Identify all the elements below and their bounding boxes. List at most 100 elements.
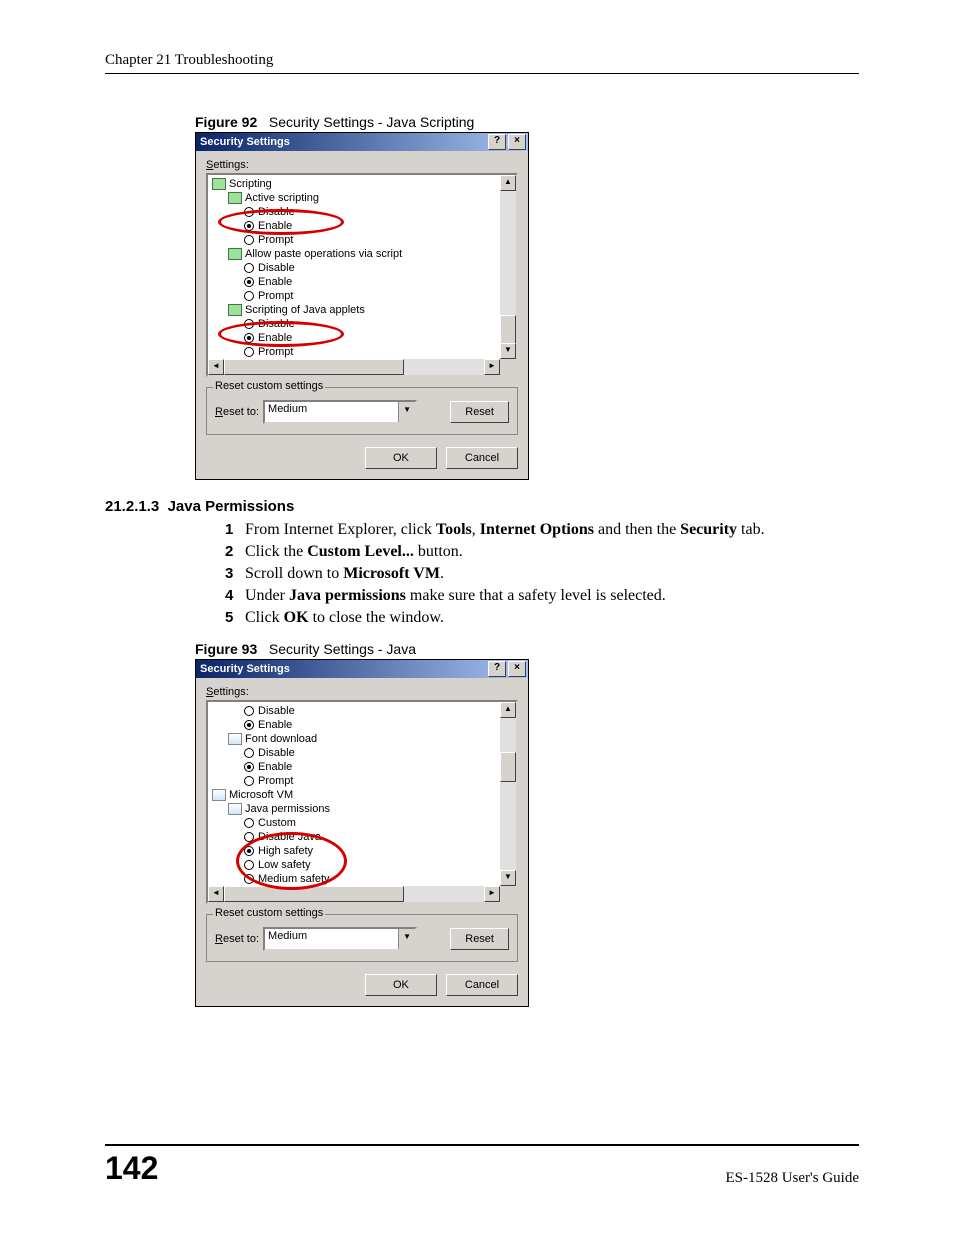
security-settings-dialog-92: Security Settings ? × Settings: Scriptin… xyxy=(195,132,529,480)
scroll-right-icon[interactable]: ► xyxy=(484,359,500,375)
vertical-scrollbar[interactable]: ▲ ▼ xyxy=(500,702,516,886)
scroll-left-icon[interactable]: ◄ xyxy=(208,359,224,375)
close-icon[interactable]: × xyxy=(508,134,526,150)
radio-icon[interactable] xyxy=(244,263,254,273)
radio-icon[interactable] xyxy=(244,874,254,884)
radio-icon[interactable] xyxy=(244,776,254,786)
step-number: 3 xyxy=(225,565,245,582)
page-footer: 142 ES-1528 User's Guide xyxy=(105,1144,859,1187)
radio-option[interactable]: Low safety xyxy=(212,858,330,872)
radio-option[interactable]: Disable xyxy=(212,746,330,760)
combo-value: Medium xyxy=(265,402,398,422)
cancel-button[interactable]: Cancel xyxy=(446,974,518,996)
radio-icon[interactable] xyxy=(244,319,254,329)
radio-option[interactable]: Enable xyxy=(212,219,402,233)
radio-option[interactable]: Disable xyxy=(212,317,402,331)
radio-icon[interactable] xyxy=(244,347,254,357)
reset-button[interactable]: Reset xyxy=(450,401,509,423)
scroll-left-icon[interactable]: ◄ xyxy=(208,886,224,902)
settings-tree[interactable]: DisableEnableFont downloadDisableEnableP… xyxy=(206,700,518,904)
step-number: 4 xyxy=(225,587,245,604)
option-label: Java permissions xyxy=(245,802,330,816)
chevron-down-icon[interactable]: ▼ xyxy=(398,402,415,422)
option-label: Disable Java xyxy=(258,830,321,844)
hscroll-thumb[interactable] xyxy=(224,359,404,375)
horizontal-scrollbar[interactable]: ◄ ► xyxy=(208,359,516,375)
radio-option[interactable]: Disable xyxy=(212,261,402,275)
settings-tree[interactable]: ScriptingActive scriptingDisableEnablePr… xyxy=(206,173,518,377)
category-icon xyxy=(212,789,226,801)
groupbox-title: Reset custom settings xyxy=(213,380,325,392)
radio-icon[interactable] xyxy=(244,832,254,842)
reset-level-combo[interactable]: Medium ▼ xyxy=(263,400,417,424)
option-label: Custom xyxy=(258,816,296,830)
settings-label: Settings: xyxy=(206,159,518,171)
radio-icon[interactable] xyxy=(244,720,254,730)
radio-option[interactable]: Disable Java xyxy=(212,830,330,844)
radio-icon[interactable] xyxy=(244,221,254,231)
titlebar: Security Settings ? × xyxy=(196,660,528,678)
tree-group: Allow paste operations via script xyxy=(212,247,402,261)
reset-level-combo[interactable]: Medium ▼ xyxy=(263,927,417,951)
radio-option[interactable]: Enable xyxy=(212,760,330,774)
option-label: Enable xyxy=(258,331,292,345)
scroll-down-icon[interactable]: ▼ xyxy=(500,343,516,359)
close-icon[interactable]: × xyxy=(508,661,526,677)
help-icon[interactable]: ? xyxy=(488,661,506,677)
hscroll-thumb[interactable] xyxy=(224,886,404,902)
option-label: High safety xyxy=(258,844,313,858)
radio-option[interactable]: Enable xyxy=(212,275,402,289)
radio-option[interactable]: Disable xyxy=(212,205,402,219)
radio-icon[interactable] xyxy=(244,706,254,716)
radio-icon[interactable] xyxy=(244,860,254,870)
ok-button[interactable]: OK xyxy=(365,974,437,996)
radio-option[interactable]: Disable xyxy=(212,704,330,718)
radio-icon[interactable] xyxy=(244,235,254,245)
header-rule xyxy=(105,73,859,74)
radio-icon[interactable] xyxy=(244,748,254,758)
radio-option[interactable]: Prompt xyxy=(212,345,402,359)
chevron-down-icon[interactable]: ▼ xyxy=(398,929,415,949)
section-number: 21.2.1.3 xyxy=(105,498,159,515)
scroll-thumb[interactable] xyxy=(500,752,516,782)
radio-option[interactable]: Prompt xyxy=(212,774,330,788)
horizontal-scrollbar[interactable]: ◄ ► xyxy=(208,886,516,902)
radio-icon[interactable] xyxy=(244,818,254,828)
option-label: Font download xyxy=(245,732,317,746)
scroll-down-icon[interactable]: ▼ xyxy=(500,870,516,886)
scroll-thumb[interactable] xyxy=(500,315,516,345)
guide-name: ES-1528 User's Guide xyxy=(725,1170,859,1187)
help-icon[interactable]: ? xyxy=(488,134,506,150)
scroll-right-icon[interactable]: ► xyxy=(484,886,500,902)
radio-icon[interactable] xyxy=(244,762,254,772)
reset-button[interactable]: Reset xyxy=(450,928,509,950)
radio-option[interactable]: Enable xyxy=(212,718,330,732)
radio-option[interactable]: Enable xyxy=(212,331,402,345)
scripting-icon xyxy=(228,248,242,260)
radio-option[interactable]: Medium safety xyxy=(212,872,330,886)
step-number: 5 xyxy=(225,609,245,626)
radio-option[interactable]: Custom xyxy=(212,816,330,830)
radio-icon[interactable] xyxy=(244,333,254,343)
option-label: Enable xyxy=(258,718,292,732)
radio-icon[interactable] xyxy=(244,846,254,856)
step-text: Click OK to close the window. xyxy=(245,609,444,627)
ok-button[interactable]: OK xyxy=(365,447,437,469)
scroll-up-icon[interactable]: ▲ xyxy=(500,702,516,718)
option-label: Disable xyxy=(258,704,295,718)
dialog-title: Security Settings xyxy=(200,136,290,148)
radio-icon[interactable] xyxy=(244,291,254,301)
combo-value: Medium xyxy=(265,929,398,949)
radio-option[interactable]: High safety xyxy=(212,844,330,858)
vertical-scrollbar[interactable]: ▲ ▼ xyxy=(500,175,516,359)
option-label: Scripting xyxy=(229,177,272,191)
cancel-button[interactable]: Cancel xyxy=(446,447,518,469)
section-title: Java Permissions xyxy=(168,498,295,515)
scroll-up-icon[interactable]: ▲ xyxy=(500,175,516,191)
radio-option[interactable]: Prompt xyxy=(212,289,402,303)
radio-icon[interactable] xyxy=(244,277,254,287)
radio-icon[interactable] xyxy=(244,207,254,217)
figure-93-title: Security Settings - Java xyxy=(269,641,416,657)
reset-groupbox: Reset custom settings Reset to: Medium ▼… xyxy=(206,914,518,962)
radio-option[interactable]: Prompt xyxy=(212,233,402,247)
